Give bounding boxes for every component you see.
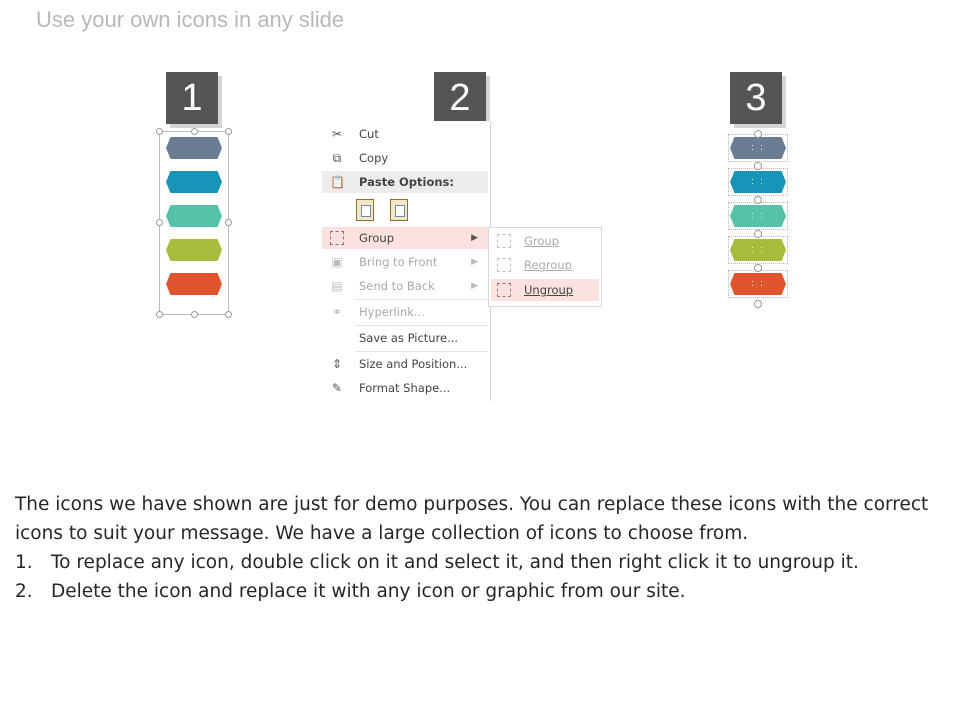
list-text: To replace any icon, double click on it …: [51, 552, 859, 573]
menu-section-paste-options: 📋 Paste Options:: [322, 171, 488, 193]
menu-item-save-as-picture[interactable]: Save as Picture...: [322, 327, 488, 349]
hyperlink-icon: ⚭: [331, 305, 343, 319]
copy-icon: ⧉: [332, 151, 342, 165]
menu-item-bring-to-front[interactable]: ▣ Bring to Front ▶: [322, 251, 488, 273]
list-item: 1. To replace any icon, double click on …: [15, 548, 945, 577]
group-icon: [497, 234, 511, 248]
paste-options-icons: [356, 199, 416, 223]
submenu-item-group[interactable]: Group: [491, 230, 599, 252]
menu-item-hyperlink[interactable]: ⚭ Hyperlink...: [322, 301, 488, 323]
drag-dots: : :: [751, 210, 765, 220]
resize-handle[interactable]: [225, 128, 232, 135]
resize-handle[interactable]: [156, 311, 163, 318]
context-menu: ✂ Cut ⧉ Copy 📋 Paste Options: Group ▶ ▣ …: [322, 121, 491, 401]
menu-item-copy[interactable]: ⧉ Copy: [322, 147, 488, 169]
drag-dots: : :: [751, 278, 765, 288]
menu-item-cut[interactable]: ✂ Cut: [322, 123, 488, 145]
slide-title: Use your own icons in any slide: [36, 7, 345, 32]
size-position-icon: ⇕: [331, 357, 343, 371]
hex-bar-orange[interactable]: : :: [730, 273, 786, 295]
menu-item-format-shape[interactable]: ✎ Format Shape...: [322, 377, 488, 399]
resize-handle[interactable]: [225, 219, 232, 226]
submenu-item-regroup[interactable]: Regroup: [491, 254, 599, 276]
ungroup-icon: [497, 283, 511, 297]
drag-dots: : :: [751, 176, 765, 186]
send-to-back-icon: ▤: [331, 279, 343, 293]
step-badge-2: 2: [434, 72, 486, 124]
menu-item-send-to-back[interactable]: ▤ Send to Back ▶: [322, 275, 488, 297]
menu-item-size-and-position[interactable]: ⇕ Size and Position...: [322, 353, 488, 375]
resize-handle[interactable]: [156, 219, 163, 226]
rotation-handle[interactable]: [754, 230, 762, 238]
menu-divider: [356, 325, 488, 326]
scissors-icon: ✂: [331, 127, 343, 141]
bring-to-front-icon: ▣: [331, 255, 343, 269]
rotation-handle[interactable]: [754, 300, 762, 308]
resize-handle[interactable]: [225, 311, 232, 318]
hex-bar-slate: [166, 137, 222, 159]
submenu-item-ungroup[interactable]: Ungroup: [491, 279, 599, 301]
step-badge-1: 1: [166, 72, 218, 124]
clipboard-icon: 📋: [330, 175, 345, 189]
hex-bar-green: [166, 239, 222, 261]
submenu-arrow-icon: ▶: [471, 233, 478, 243]
instructions-text: The icons we have shown are just for dem…: [15, 490, 945, 606]
group-submenu: Group Regroup Ungroup: [488, 227, 602, 307]
hex-bar-teal[interactable]: : :: [730, 205, 786, 227]
format-shape-icon: ✎: [331, 381, 343, 395]
list-number: 1.: [15, 552, 33, 573]
drag-dots: : :: [751, 244, 765, 254]
paste-as-picture-icon[interactable]: [390, 199, 408, 221]
resize-handle[interactable]: [156, 128, 163, 135]
paste-use-destination-theme-icon[interactable]: [356, 199, 374, 221]
group-icon: [330, 231, 344, 245]
list-number: 2.: [15, 581, 33, 602]
submenu-arrow-icon: ▶: [471, 257, 478, 267]
intro-paragraph: The icons we have shown are just for dem…: [15, 494, 929, 544]
hex-bar-teal: [166, 205, 222, 227]
rotation-handle[interactable]: [754, 130, 762, 138]
menu-item-group[interactable]: Group ▶: [322, 227, 488, 249]
resize-handle[interactable]: [191, 128, 198, 135]
hex-bar-green[interactable]: : :: [730, 239, 786, 261]
menu-divider: [356, 351, 488, 352]
hex-bar-orange: [166, 273, 222, 295]
drag-dots: : :: [751, 142, 765, 152]
regroup-icon: [497, 258, 511, 272]
ungrouped-icon-pieces[interactable]: : : : : : : : : : :: [728, 130, 790, 310]
submenu-arrow-icon: ▶: [471, 281, 478, 291]
rotation-handle[interactable]: [754, 162, 762, 170]
rotation-handle[interactable]: [754, 264, 762, 272]
list-text: Delete the icon and replace it with any …: [51, 581, 686, 602]
resize-handle[interactable]: [191, 311, 198, 318]
step-badge-3: 3: [730, 72, 782, 124]
hex-bar-slate[interactable]: : :: [730, 137, 786, 159]
hex-bar-blue[interactable]: : :: [730, 171, 786, 193]
grouped-icon-selected[interactable]: [156, 128, 232, 318]
rotation-handle[interactable]: [754, 196, 762, 204]
list-item: 2. Delete the icon and replace it with a…: [15, 577, 945, 606]
menu-divider: [356, 299, 488, 300]
hex-bar-blue: [166, 171, 222, 193]
